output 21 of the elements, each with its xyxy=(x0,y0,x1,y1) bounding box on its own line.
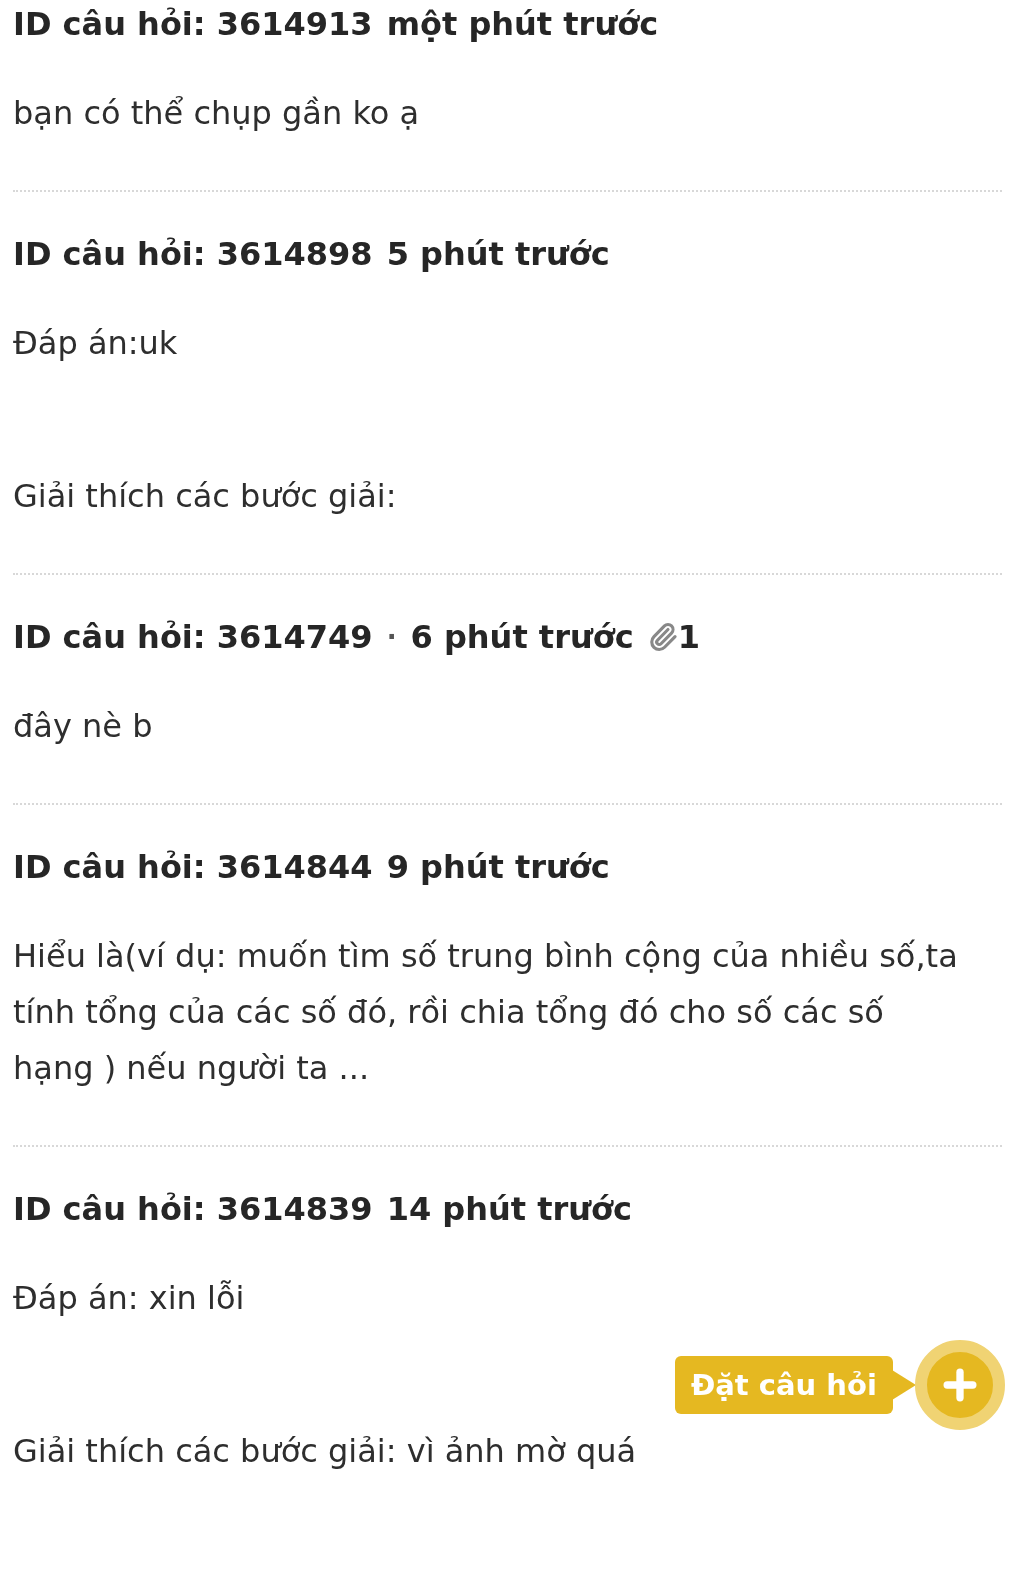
answer-text: Đáp án: xin lỗi xyxy=(13,1278,246,1319)
answer-text: Hiểu là(ví dụ: muốn tìm số trung bình cộng của nhiều số,ta tính tổng của các số đó, rồi chia tổng đó cho số các số hạng ) nếu người ta ... xyxy=(13,936,959,1089)
question-id: ID câu hỏi: 3614749 xyxy=(13,618,373,656)
question-time: 6 phút trước xyxy=(410,618,634,656)
question-time: một phút trước xyxy=(386,5,659,43)
answer-text: Giải thích các bước giải: vì ảnh mờ quá xyxy=(13,1431,638,1472)
answer-text: bạn có thể chụp gần ko ạ xyxy=(13,93,421,134)
question-time: 14 phút trước xyxy=(386,1190,632,1228)
question-time: 9 phút trước xyxy=(386,848,610,886)
answer-text: Giải thích các bước giải: xyxy=(13,476,398,517)
attachment-count: 1 xyxy=(677,618,700,656)
separator-dot: · xyxy=(386,622,397,652)
question-time: 5 phút trước xyxy=(386,235,610,273)
pointer-tip-icon xyxy=(891,1370,916,1400)
answer-text: đây nè b xyxy=(13,706,154,747)
question-id: ID câu hỏi: 3614898 xyxy=(13,235,373,273)
question-id: ID câu hỏi: 3614839 xyxy=(13,1190,373,1228)
answer-text: Đáp án:uk xyxy=(13,323,179,364)
question-id: ID câu hỏi: 3614913 xyxy=(13,5,373,43)
question-id: ID câu hỏi: 3614844 xyxy=(13,848,373,886)
paperclip-icon xyxy=(647,622,678,652)
